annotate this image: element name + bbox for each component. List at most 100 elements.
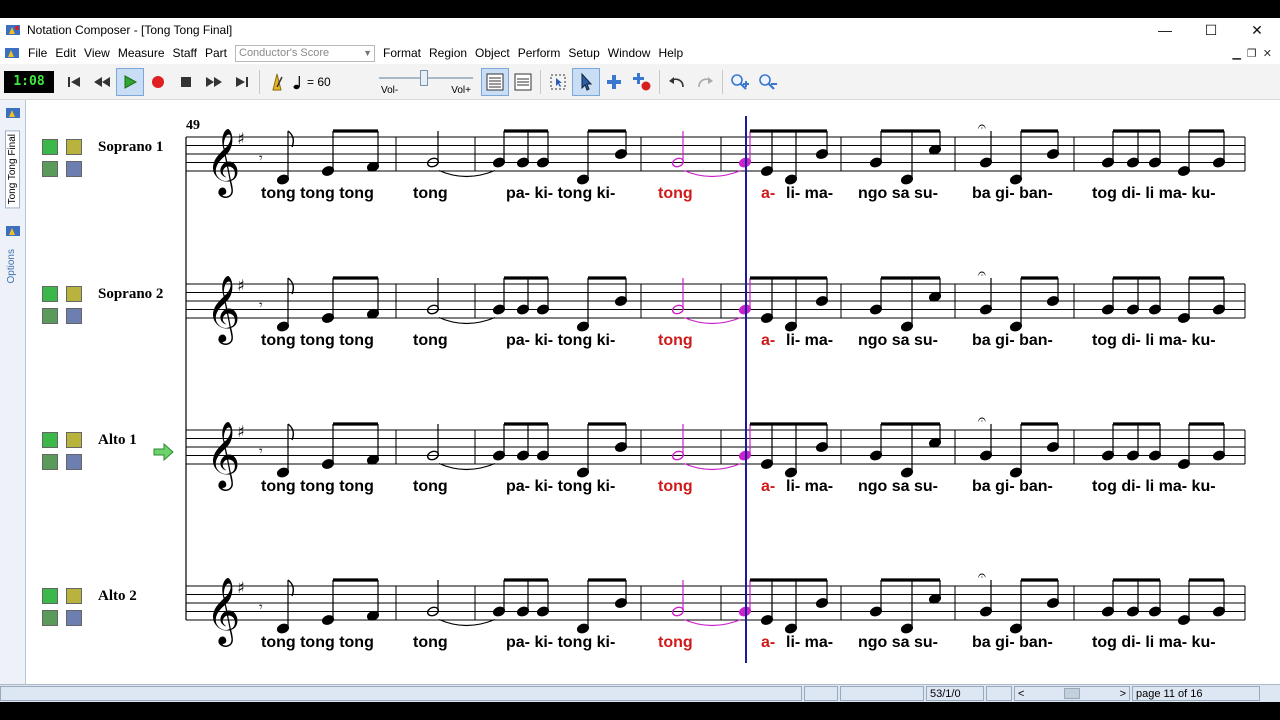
menu-file[interactable]: File [24, 46, 51, 60]
scroll-view-button[interactable] [509, 68, 537, 96]
lyric-syllable: ngo sa su- [858, 185, 939, 202]
stop-icon [181, 76, 191, 87]
playback-timer: 1:08 [4, 70, 54, 93]
fermata: 𝄐 [978, 568, 986, 584]
menu-staff[interactable]: Staff [169, 46, 201, 60]
mdi-restore-icon[interactable]: ❐ [1247, 47, 1257, 60]
toolbar: 1:08 = 60 Vol- Vol+ [0, 64, 1280, 100]
part-select[interactable]: Conductor's Score ▼ [235, 44, 375, 62]
menu-setup[interactable]: Setup [564, 46, 603, 60]
menu-perform[interactable]: Perform [514, 46, 565, 60]
instrument-button[interactable] [42, 454, 58, 470]
fast-forward-button[interactable] [200, 68, 228, 96]
redo-button[interactable] [691, 68, 719, 96]
menu-region[interactable]: Region [425, 46, 471, 60]
menu-view[interactable]: View [80, 46, 114, 60]
staff-name[interactable]: Soprano 1 [98, 139, 163, 156]
lyric-syllable: tong [658, 185, 693, 202]
lyric-syllable: pa- ki- tong ki- [506, 478, 616, 495]
stop-button[interactable] [172, 68, 200, 96]
volume-slider[interactable]: Vol- Vol+ [377, 68, 475, 96]
lyric-syllable: a- [761, 185, 776, 202]
minimize-button[interactable]: — [1142, 18, 1188, 42]
lyric-syllable: ba gi- ban- [972, 185, 1053, 202]
arrow-right-icon[interactable] [66, 161, 82, 177]
document-icon [5, 48, 19, 58]
options-tab-icon [6, 226, 20, 236]
lyric-syllable: tong [658, 634, 693, 651]
page-scrollbar[interactable]: < > [1014, 686, 1130, 701]
volume-thumb[interactable] [420, 69, 429, 86]
chevron-down-icon: ▼ [363, 47, 372, 58]
lyric-syllable: li- ma- [786, 478, 834, 495]
menu-help[interactable]: Help [654, 46, 687, 60]
menu-window[interactable]: Window [604, 46, 655, 60]
menu-measure[interactable]: Measure [114, 46, 169, 60]
lyric-syllable: tog di- li ma- ku- [1092, 332, 1216, 349]
staff-name[interactable]: Soprano 2 [98, 286, 163, 303]
mdi-minimize-icon[interactable]: ▁ [1232, 47, 1240, 60]
add-note-button[interactable] [600, 68, 628, 96]
side-tabs: Tong Tong Final Options [0, 100, 26, 684]
solo-button[interactable] [42, 286, 58, 302]
toolbar-separator [259, 69, 260, 94]
lyric-syllable: ngo sa su- [858, 634, 939, 651]
lyric-syllable: a- [761, 478, 776, 495]
go-to-start-button[interactable] [60, 68, 88, 96]
add-object-button[interactable] [628, 68, 656, 96]
instrument-button[interactable] [42, 161, 58, 177]
page-view-button[interactable] [481, 67, 509, 96]
speaker-icon[interactable] [66, 432, 82, 448]
speaker-icon[interactable] [66, 588, 82, 604]
lyric-syllable: ngo sa su- [858, 478, 939, 495]
window-title: Notation Composer - [Tong Tong Final] [27, 23, 233, 37]
play-button[interactable] [116, 67, 144, 96]
scroll-thumb[interactable] [1064, 688, 1080, 699]
tab-options[interactable]: Options [5, 246, 18, 286]
staff-name[interactable]: Alto 1 [98, 432, 137, 449]
menu-object[interactable]: Object [471, 46, 514, 60]
scroll-left-button[interactable]: < [1018, 688, 1024, 700]
menu-part[interactable]: Part [201, 46, 231, 60]
page-view-icon [486, 73, 504, 90]
eighth-rest: 𝄾 [259, 599, 263, 615]
instrument-button[interactable] [42, 610, 58, 626]
maximize-button[interactable]: ☐ [1188, 18, 1234, 42]
bottom-black-strip [0, 702, 1280, 720]
close-button[interactable]: ✕ [1234, 18, 1280, 42]
status-cell [840, 686, 924, 701]
mdi-close-icon[interactable]: ✕ [1263, 47, 1272, 60]
score-canvas[interactable]: 49 𝄞 ♯ 𝄾 𝄐 𝄞 ♯ 𝄾 𝄐 𝄞 ♯ 𝄾 𝄐 𝄞 ♯ 𝄾 𝄐 Soprano 1 tong tong t… [26, 100, 1280, 684]
pointer-tool-button[interactable] [572, 67, 600, 96]
zoom-out-icon [759, 73, 777, 90]
lyric-syllable: li- ma- [786, 634, 834, 651]
go-to-end-button[interactable] [228, 68, 256, 96]
zoom-out-button[interactable] [754, 68, 782, 96]
rewind-button[interactable] [88, 68, 116, 96]
menu-edit[interactable]: Edit [51, 46, 80, 60]
staff-name[interactable]: Alto 2 [98, 588, 137, 605]
solo-button[interactable] [42, 139, 58, 155]
solo-button[interactable] [42, 432, 58, 448]
solo-button[interactable] [42, 588, 58, 604]
select-region-button[interactable] [544, 68, 572, 96]
instrument-button[interactable] [42, 308, 58, 324]
zoom-in-button[interactable] [726, 68, 754, 96]
menu-format[interactable]: Format [379, 46, 425, 60]
arrow-right-icon[interactable] [66, 454, 82, 470]
arrow-right-icon[interactable] [66, 308, 82, 324]
record-button[interactable] [144, 68, 172, 96]
note-flag [287, 579, 295, 597]
speaker-icon[interactable] [66, 286, 82, 302]
scroll-right-button[interactable]: > [1120, 688, 1126, 700]
speaker-icon[interactable] [66, 139, 82, 155]
undo-button[interactable] [663, 68, 691, 96]
lyric-syllable: tong [658, 332, 693, 349]
arrow-right-icon[interactable] [66, 610, 82, 626]
tempo-display[interactable]: = 60 [293, 74, 353, 90]
lyric-syllable: tong tong tong [261, 478, 374, 495]
play-icon [124, 74, 138, 89]
status-cell [986, 686, 1012, 701]
tab-document[interactable]: Tong Tong Final [5, 130, 20, 209]
metronome-button[interactable] [263, 68, 291, 96]
